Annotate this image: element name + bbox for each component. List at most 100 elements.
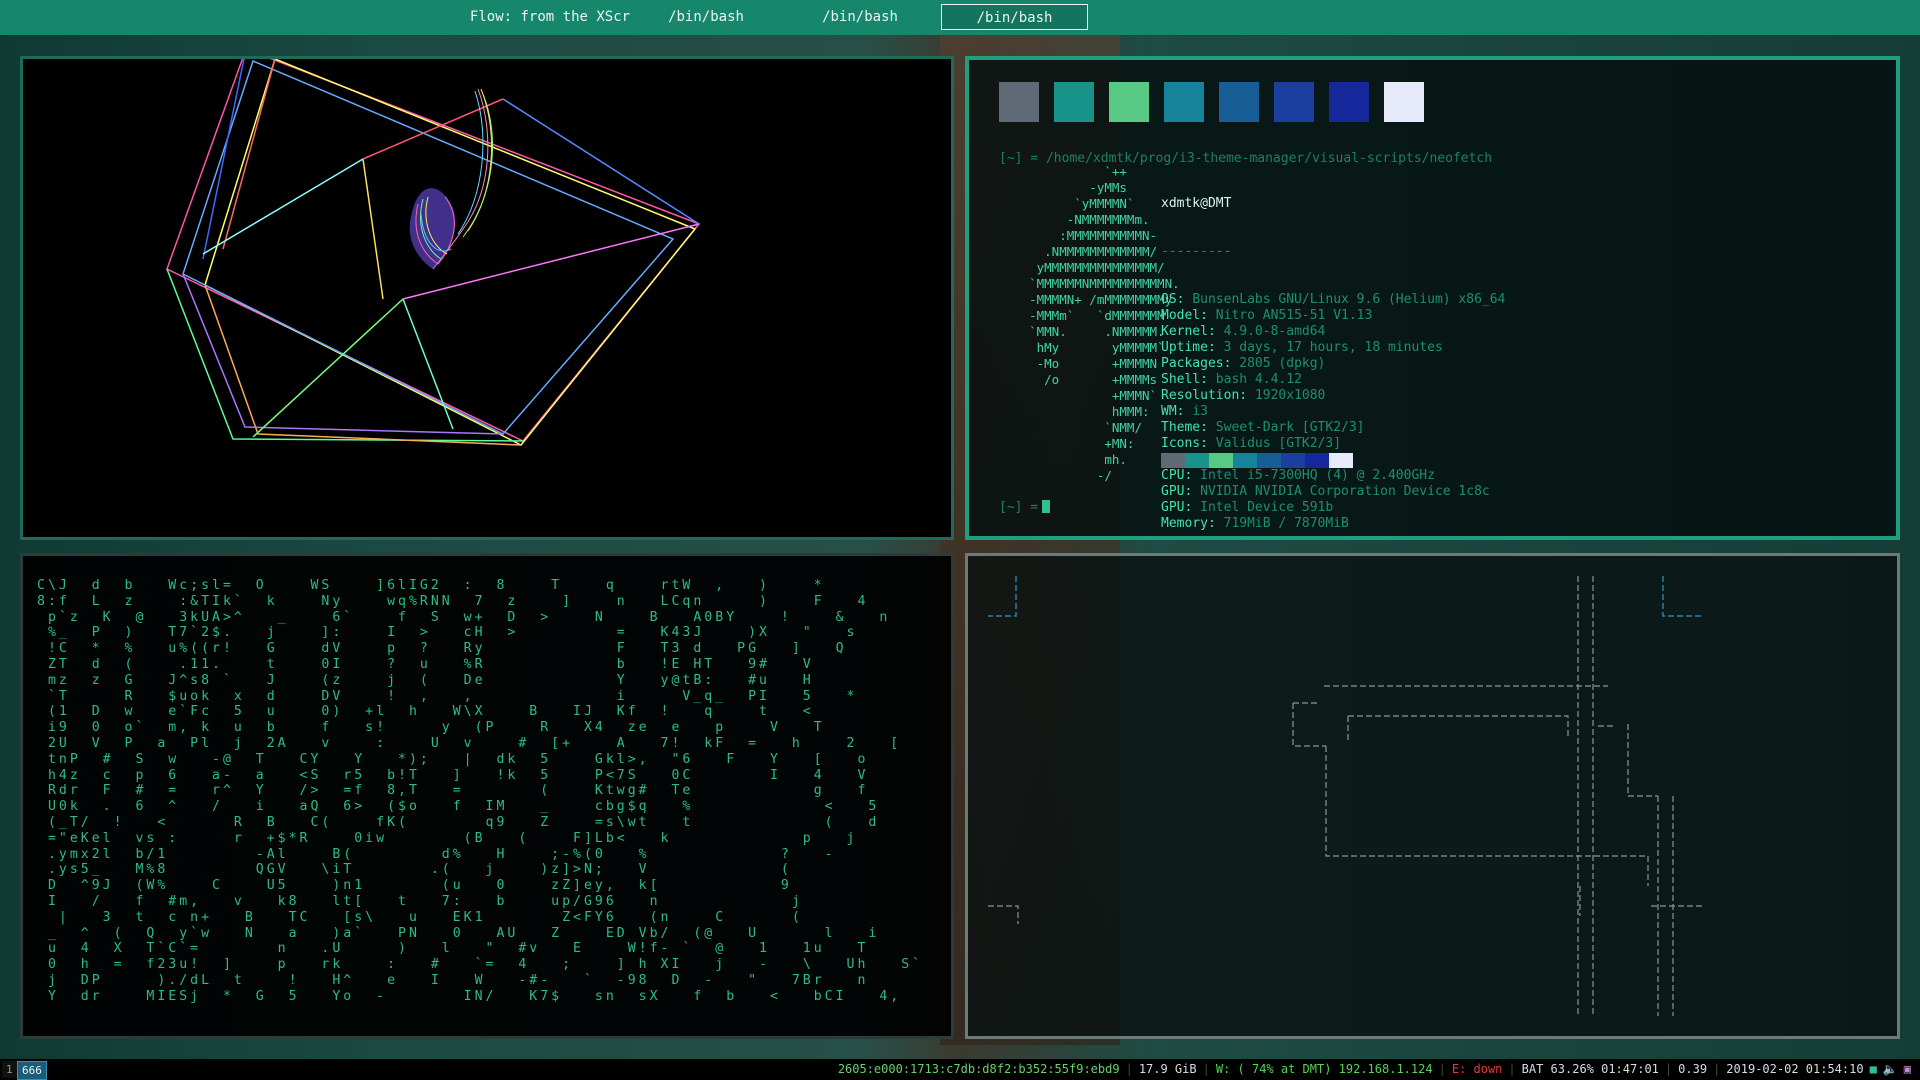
tab-bar: Flow: from the XScr /bin/bash /bin/bash … (0, 0, 1920, 35)
color-palette-bar (1161, 453, 1353, 468)
ipv6-address: 2605:e000:1713:c7db:d8f2:b352:55f9:ebd9 (837, 1062, 1120, 1076)
xscreensaver-flow-window[interactable] (20, 56, 954, 540)
info-key: Kernel (1161, 324, 1208, 339)
info-colon: : (1200, 308, 1216, 323)
i3-status-bar: 1 666 2605:e000:1713:c7db:d8f2:b352:55f9… (0, 1059, 1920, 1080)
palette-block (1305, 453, 1329, 468)
info-key: Uptime (1161, 340, 1208, 355)
info-colon: : (1207, 340, 1224, 355)
matrix-rain: C\J d b Wc;sl= O WS ]6lIG2 : 8 T q rtW ,… (37, 578, 924, 1004)
info-value: Intel Device 591b (1200, 500, 1334, 515)
color-swatch (1384, 82, 1424, 122)
info-key: GPU (1161, 484, 1185, 499)
tab-flow[interactable]: Flow: from the XScr (460, 4, 640, 30)
palette-block (1233, 453, 1257, 468)
info-key: Shell (1161, 372, 1201, 387)
neofetch-terminal[interactable]: [~] = /home/xdmtk/prog/i3-theme-manager/… (965, 56, 1900, 540)
info-row: Memory: 719MiB / 7870MiB (1161, 516, 1505, 532)
cursor (1042, 500, 1051, 513)
tab-bash-3-active[interactable]: /bin/bash (941, 4, 1088, 30)
info-key: Theme (1161, 420, 1201, 435)
info-colon: : (1200, 372, 1216, 387)
load-average: 0.39 (1678, 1062, 1708, 1076)
color-swatch (1109, 82, 1149, 122)
info-colon: : (1200, 420, 1216, 435)
info-row: Uptime: 3 days, 17 hours, 18 minutes (1161, 340, 1505, 356)
info-colon: : (1223, 356, 1240, 371)
info-row: WM: i3 (1161, 404, 1505, 420)
info-value: Nitro AN515-51 V1.13 (1215, 308, 1373, 323)
info-colon: : (1207, 324, 1224, 339)
info-colon: : (1176, 292, 1193, 307)
info-row: Icons: Validus [GTK2/3] (1161, 436, 1505, 452)
palette-block (1161, 453, 1185, 468)
color-swatches (999, 82, 1424, 122)
app-tray-icon[interactable]: ▣ (1901, 1059, 1914, 1080)
info-key: Resolution (1161, 388, 1240, 403)
palette-block (1185, 453, 1209, 468)
info-row: Theme: Sweet-Dark [GTK2/3] (1161, 420, 1505, 436)
info-row: Kernel: 4.9.0-8-amd64 (1161, 324, 1505, 340)
info-row: GPU: NVIDIA NVIDIA Corporation Device 1c… (1161, 484, 1505, 500)
battery-status: BAT 63.26% 01:47:01 (1521, 1062, 1659, 1076)
info-colon: : (1200, 436, 1216, 451)
info-row: OS: BunsenLabs GNU/Linux 9.6 (Helium) x8… (1161, 292, 1505, 308)
info-colon: : (1184, 468, 1201, 483)
palette-block (1329, 453, 1353, 468)
palette-block (1257, 453, 1281, 468)
info-row: CPU: Intel i5-7300HQ (4) @ 2.400GHz (1161, 468, 1505, 484)
disk-usage: 17.9 GiB (1138, 1062, 1197, 1076)
color-swatch (1274, 82, 1314, 122)
system-info: xdmtk@DMT --------- OS: BunsenLabs GNU/L… (1161, 164, 1505, 536)
color-swatch (1219, 82, 1259, 122)
info-value: i3 (1192, 404, 1208, 419)
info-value: bash 4.4.12 (1215, 372, 1302, 387)
info-value: 3 days, 17 hours, 18 minutes (1223, 340, 1443, 355)
info-row: Shell: bash 4.4.12 (1161, 372, 1505, 388)
pipes-terminal[interactable] (965, 553, 1900, 1039)
info-separator: --------- (1161, 244, 1232, 259)
info-value: 4.9.0-8-amd64 (1223, 324, 1326, 339)
info-row: Resolution: 1920x1080 (1161, 388, 1505, 404)
info-colon: : (1176, 404, 1193, 419)
matrix-terminal[interactable]: C\J d b Wc;sl= O WS ]6lIG2 : 8 T q rtW ,… (20, 553, 954, 1039)
info-value: NVIDIA NVIDIA Corporation Device 1c8c (1200, 484, 1490, 499)
palette-block (1209, 453, 1233, 468)
network-tray-icon[interactable]: ■ (1867, 1059, 1880, 1080)
info-colon: : (1239, 388, 1255, 403)
info-key: OS (1161, 292, 1177, 307)
workspace-1[interactable]: 1 (2, 1061, 17, 1078)
info-row: Packages: 2805 (dpkg) (1161, 356, 1505, 372)
info-value: 1920x1080 (1254, 388, 1326, 403)
tab-bash-2[interactable]: /bin/bash (770, 4, 950, 30)
ethernet-status: E: down (1451, 1062, 1503, 1076)
info-key: Memory (1161, 516, 1208, 531)
info-colon: : (1184, 484, 1201, 499)
info-colon: : (1207, 516, 1224, 531)
info-key: Model (1161, 308, 1201, 323)
wifi-status: W: ( 74% at DMT) 192.168.1.124 (1215, 1062, 1433, 1076)
info-key: CPU (1161, 468, 1185, 483)
info-key: GPU (1161, 500, 1185, 515)
info-value: Intel i5-7300HQ (4) @ 2.400GHz (1200, 468, 1435, 483)
info-value: 719MiB / 7870MiB (1223, 516, 1349, 531)
info-row: GPU: Intel Device 591b (1161, 500, 1505, 516)
color-swatch (1164, 82, 1204, 122)
debian-ascii-logo: `++ -yMMs `yMMMMN` -NMMMMMMMm. :MMMMMMMM… (1029, 164, 1180, 483)
info-value: 2805 (dpkg) (1239, 356, 1326, 371)
flow-visualization (166, 59, 701, 446)
clock: 2019-02-02 01:54:10 (1726, 1062, 1864, 1076)
info-value: Validus [GTK2/3] (1215, 436, 1342, 451)
prompt-text: [~] = (999, 500, 1039, 515)
color-swatch (1329, 82, 1369, 122)
info-value: Sweet-Dark [GTK2/3] (1215, 420, 1365, 435)
color-swatch (1054, 82, 1094, 122)
info-colon: : (1184, 500, 1201, 515)
info-key: Packages (1161, 356, 1224, 371)
pipes-visualization (988, 576, 1703, 1016)
workspace-666[interactable]: 666 (17, 1061, 47, 1080)
volume-tray-icon[interactable]: 🔈 (1880, 1059, 1901, 1080)
palette-block (1281, 453, 1305, 468)
tab-bash-1[interactable]: /bin/bash (616, 4, 796, 30)
shell-prompt[interactable]: [~] = (999, 500, 1051, 515)
